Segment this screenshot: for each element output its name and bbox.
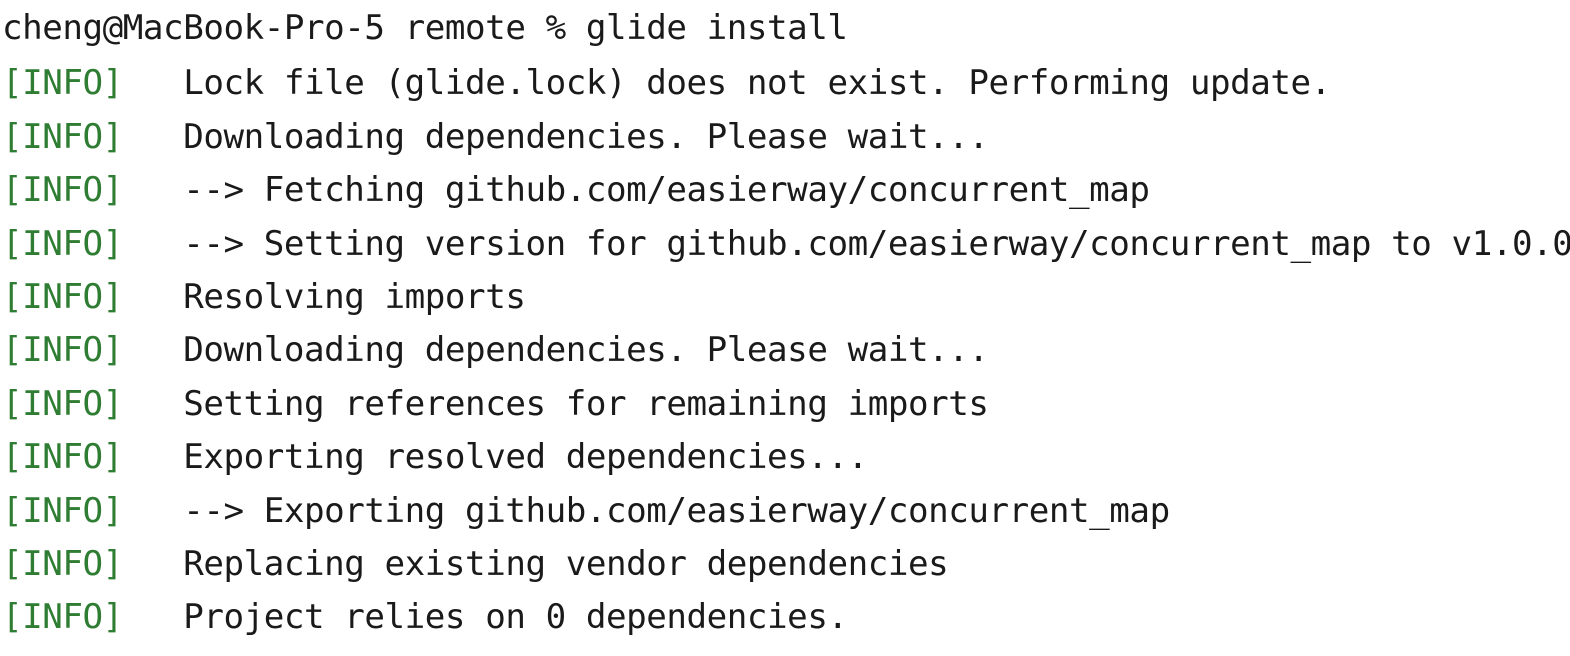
log-gap <box>123 224 183 264</box>
log-gap <box>123 170 183 210</box>
log-gap <box>123 277 183 317</box>
terminal-log-line: [INFO] --> Setting version for github.co… <box>0 218 1570 271</box>
terminal-output-pane[interactable]: cheng@MacBook-Pro-5 remote % glide insta… <box>0 0 1570 656</box>
log-gap <box>123 491 183 531</box>
terminal-log-line: [INFO] Downloading dependencies. Please … <box>0 111 1570 164</box>
log-message: Resolving imports <box>183 276 526 317</box>
terminal-log-line: [INFO] Downloading dependencies. Please … <box>0 324 1570 377</box>
terminal-log-line: [INFO] Lock file (glide.lock) does not e… <box>0 57 1570 110</box>
info-tag: [INFO] <box>2 383 123 424</box>
log-message: Exporting resolved dependencies... <box>183 437 868 478</box>
terminal-log-line: [INFO] Exporting resolved dependencies..… <box>0 431 1570 484</box>
info-tag: [INFO] <box>2 116 123 157</box>
terminal-prompt-line: cheng@MacBook-Pro-5 remote % glide insta… <box>0 0 1570 57</box>
log-gap <box>123 63 183 103</box>
log-gap <box>123 544 183 584</box>
log-message: --> Fetching github.com/easierway/concur… <box>183 170 1150 211</box>
info-tag: [INFO] <box>2 543 123 584</box>
info-tag: [INFO] <box>2 63 123 104</box>
info-tag: [INFO] <box>2 276 123 317</box>
log-message: Downloading dependencies. Please wait... <box>183 330 989 371</box>
log-message: Setting references for remaining imports <box>183 383 989 424</box>
info-tag: [INFO] <box>2 223 123 264</box>
log-message: --> Exporting github.com/easierway/concu… <box>183 490 1170 531</box>
log-message: Downloading dependencies. Please wait... <box>183 116 989 157</box>
log-gap <box>123 437 183 477</box>
log-message: Replacing existing vendor dependencies <box>183 543 949 584</box>
prompt-command-text: cheng@MacBook-Pro-5 remote % glide insta… <box>2 8 848 48</box>
terminal-log-line: [INFO] Replacing existing vendor depende… <box>0 538 1570 591</box>
log-message: Lock file (glide.lock) does not exist. P… <box>183 63 1331 104</box>
terminal-log-line: [INFO] --> Exporting github.com/easierwa… <box>0 485 1570 538</box>
log-gap <box>123 384 183 424</box>
log-gap <box>123 330 183 370</box>
terminal-log-line: [INFO] Resolving imports <box>0 271 1570 324</box>
terminal-log-line: [INFO] --> Fetching github.com/easierway… <box>0 164 1570 217</box>
info-tag: [INFO] <box>2 437 123 478</box>
log-message: --> Setting version for github.com/easie… <box>183 223 1570 264</box>
info-tag: [INFO] <box>2 170 123 211</box>
log-gap <box>123 597 183 637</box>
log-message: Project relies on 0 dependencies. <box>183 597 848 638</box>
log-gap <box>123 117 183 157</box>
info-tag: [INFO] <box>2 330 123 371</box>
info-tag: [INFO] <box>2 597 123 638</box>
terminal-log-line: [INFO] Setting references for remaining … <box>0 378 1570 431</box>
terminal-log-line: [INFO] Project relies on 0 dependencies. <box>0 591 1570 644</box>
info-tag: [INFO] <box>2 490 123 531</box>
